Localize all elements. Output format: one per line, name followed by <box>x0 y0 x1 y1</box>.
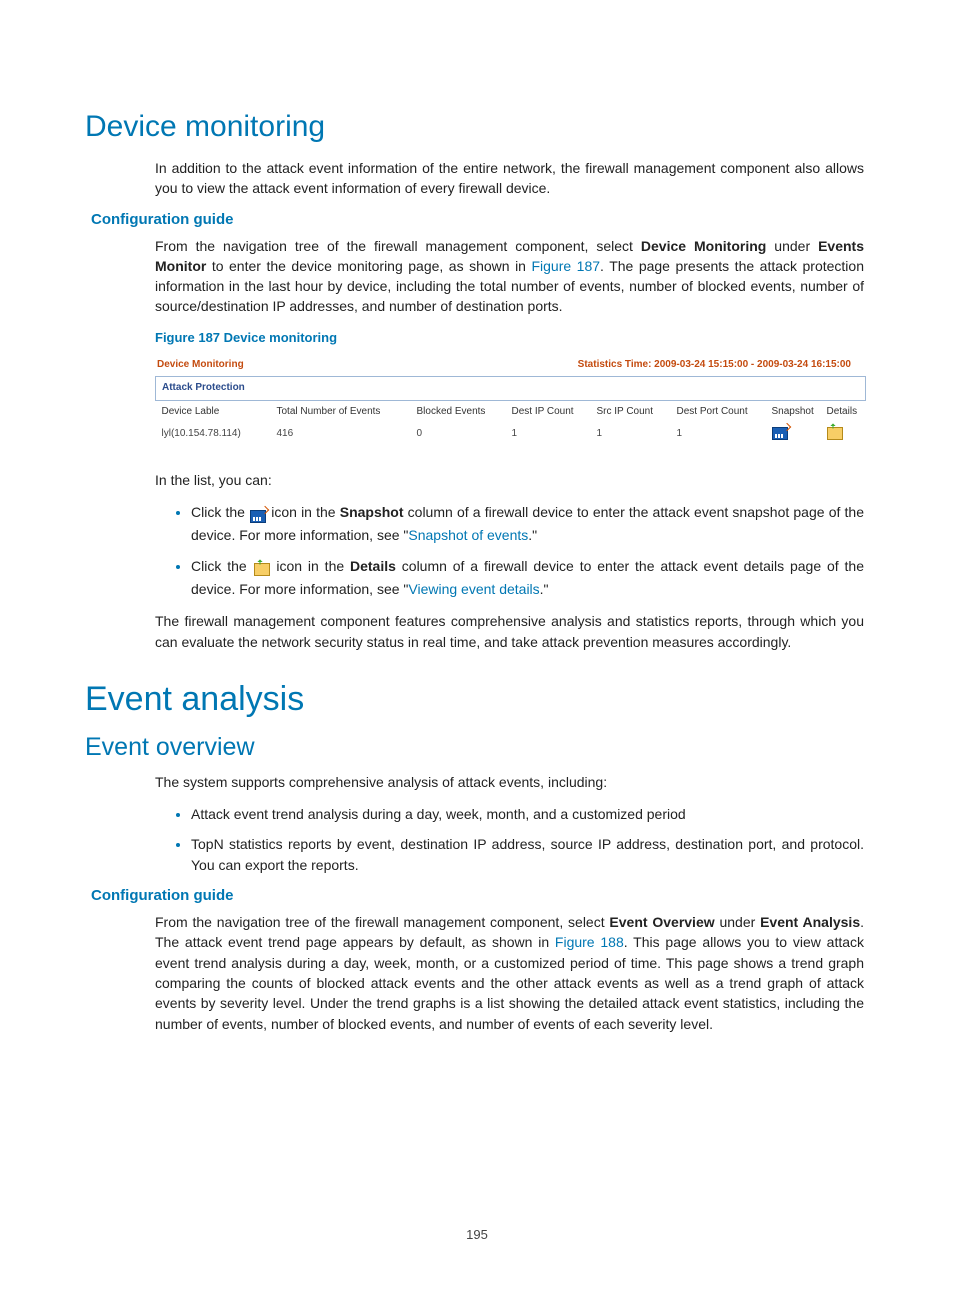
ea-config-paragraph: From the navigation tree of the firewall… <box>155 912 864 1034</box>
chart-icon[interactable] <box>772 427 788 440</box>
page-number: 195 <box>0 1227 954 1242</box>
ea-bullet-2: TopN statistics reports by event, destin… <box>191 834 864 875</box>
ea-intro: The system supports comprehensive analys… <box>155 772 864 792</box>
ea-bullet-1: Attack event trend analysis during a day… <box>191 804 864 824</box>
heading-event-overview: Event overview <box>85 733 864 762</box>
table-row: lyl(10.154.78.114) 416 0 1 1 1 <box>156 423 866 446</box>
link-figure-188[interactable]: Figure 188 <box>555 934 624 950</box>
heading-config-guide-1: Configuration guide <box>91 211 864 228</box>
snapshot-cell[interactable] <box>766 423 821 446</box>
figure-187-caption: Figure 187 Device monitoring <box>155 329 864 348</box>
dm-intro: In addition to the attack event informat… <box>155 158 864 199</box>
dm-list-intro: In the list, you can: <box>155 470 864 490</box>
heading-config-guide-2: Configuration guide <box>91 887 864 904</box>
chart-icon <box>250 510 266 523</box>
folder-icon <box>254 563 270 576</box>
fig-title-right: Statistics Time: 2009-03-24 15:15:00 - 2… <box>578 358 851 373</box>
heading-event-analysis: Event analysis <box>85 680 864 719</box>
dm-bullet-snapshot: Click the icon in the Snapshot column of… <box>191 502 864 546</box>
figure-187: Device Monitoring Statistics Time: 2009-… <box>155 356 853 446</box>
dm-config-paragraph: From the navigation tree of the firewall… <box>155 236 864 317</box>
attack-protection-table: Attack Protection Device Lable Total Num… <box>155 376 866 446</box>
heading-device-monitoring: Device monitoring <box>85 110 864 144</box>
link-figure-187[interactable]: Figure 187 <box>531 258 600 274</box>
link-snapshot-of-events[interactable]: Snapshot of events <box>408 527 528 543</box>
link-viewing-event-details[interactable]: Viewing event details <box>408 581 539 597</box>
table-section-header: Attack Protection <box>156 377 866 401</box>
fig-title-left: Device Monitoring <box>157 358 244 373</box>
dm-bullet-details: Click the icon in the Details column of … <box>191 556 864 600</box>
table-header-row: Device Lable Total Number of Events Bloc… <box>156 400 866 423</box>
folder-icon[interactable] <box>827 427 843 440</box>
dm-closing: The firewall management component featur… <box>155 611 864 652</box>
details-cell[interactable] <box>821 423 866 446</box>
